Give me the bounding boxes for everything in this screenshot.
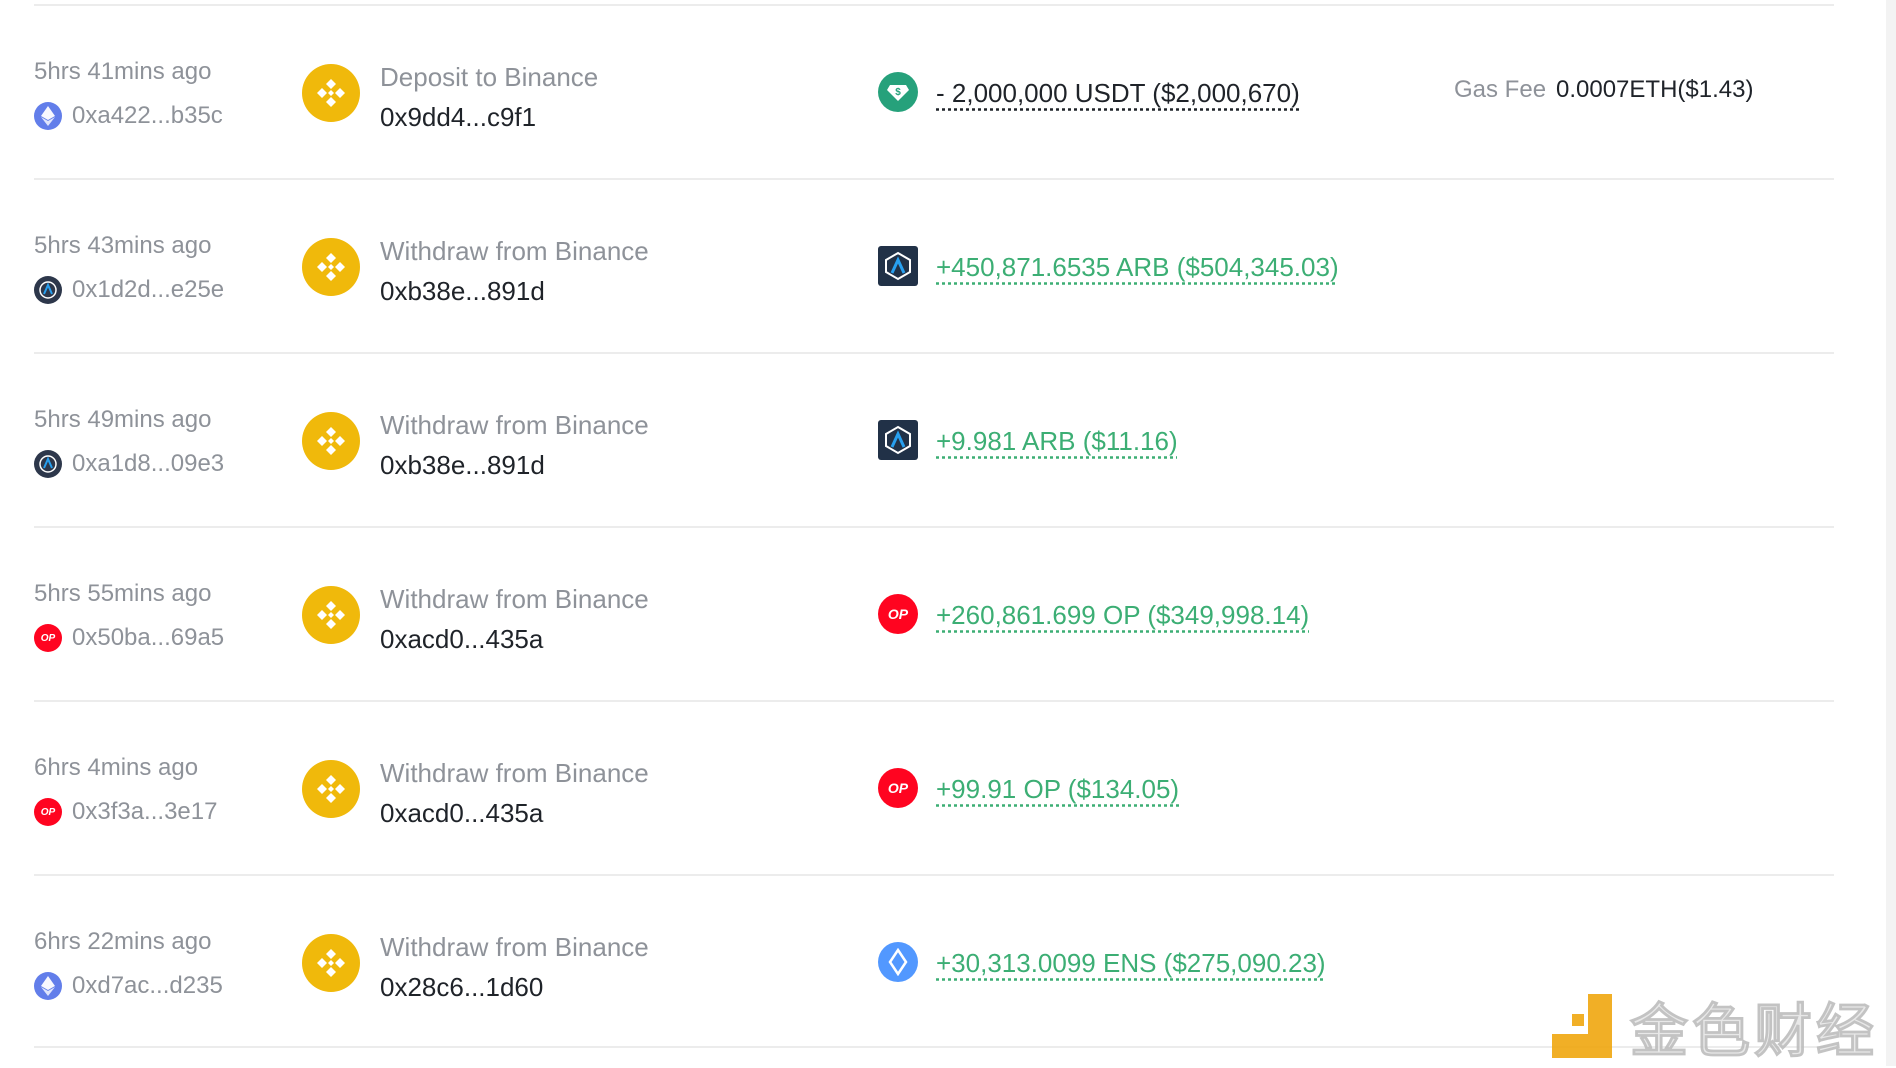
arb-token-icon [878, 420, 918, 460]
transaction-time: 5hrs 41mins ago [34, 58, 212, 85]
arb-chain-icon [34, 450, 62, 478]
source-address-line[interactable]: 0xa422...b35c [34, 102, 223, 130]
action-label: Withdraw from Binance [380, 758, 649, 788]
arb-chain-icon [34, 276, 62, 304]
counterparty-address[interactable]: 0xb38e...891d [380, 450, 545, 481]
transaction-time: 5hrs 55mins ago [34, 580, 212, 607]
transaction-row[interactable]: 5hrs 43mins ago 0x1d2d...e25e Withdraw fro… [34, 178, 1834, 352]
watermark: 金色财经 [1548, 984, 1878, 1068]
scrollbar-track[interactable] [1886, 0, 1896, 1066]
transfer-amount[interactable]: +99.91 OP ($134.05) [936, 774, 1179, 805]
source-address[interactable]: 0xa1d8...09e3 [72, 450, 224, 478]
counterparty-address[interactable]: 0xacd0...435a [380, 624, 543, 655]
eth-chain-icon [34, 102, 62, 130]
ens-token-icon [878, 942, 918, 982]
transfer-amount[interactable]: +450,871.6535 ARB ($504,345.03) [936, 252, 1339, 283]
action-label: Withdraw from Binance [380, 932, 649, 962]
counterparty-address[interactable]: 0x28c6...1d60 [380, 972, 543, 1003]
watermark-text: 金色财经 [1629, 997, 1879, 1066]
counterparty-address[interactable]: 0xacd0...435a [380, 798, 543, 829]
binance-icon [302, 760, 360, 818]
watermark-logo-icon [1552, 994, 1612, 1058]
source-address[interactable]: 0x3f3a...3e17 [72, 798, 217, 826]
action-label: Withdraw from Binance [380, 236, 649, 266]
gas-fee-value: 0.0007ETH($1.43) [1556, 76, 1754, 103]
binance-icon [302, 934, 360, 992]
source-address-line[interactable]: OP 0x50ba...69a5 [34, 624, 224, 652]
svg-text:$: $ [895, 87, 901, 98]
source-address-line[interactable]: 0xd7ac...d235 [34, 972, 223, 1000]
transaction-time: 6hrs 4mins ago [34, 754, 199, 781]
transfer-amount[interactable]: +30,313.0099 ENS ($275,090.23) [936, 948, 1326, 979]
transfer-amount[interactable]: - 2,000,000 USDT ($2,000,670) [936, 78, 1300, 109]
usdt-token-icon: $ [878, 72, 918, 112]
source-address[interactable]: 0xd7ac...d235 [72, 972, 223, 1000]
binance-icon [302, 586, 360, 644]
op-token-icon: OP [878, 768, 918, 808]
binance-icon [302, 238, 360, 296]
source-address[interactable]: 0x50ba...69a5 [72, 624, 224, 652]
op-chain-icon: OP [34, 624, 62, 652]
source-address-line[interactable]: 0x1d2d...e25e [34, 276, 224, 304]
counterparty-address[interactable]: 0xb38e...891d [380, 276, 545, 307]
binance-icon [302, 64, 360, 122]
transaction-time: 6hrs 22mins ago [34, 928, 212, 955]
transaction-row[interactable]: 5hrs 49mins ago 0xa1d8...09e3 Withdraw fro… [34, 352, 1834, 526]
source-address-line[interactable]: OP 0x3f3a...3e17 [34, 798, 217, 826]
eth-chain-icon [34, 972, 62, 1000]
transaction-list: 5hrs 41mins ago 0xa422...b35c Deposit to B… [34, 4, 1834, 1048]
transaction-time: 5hrs 49mins ago [34, 406, 212, 433]
transfer-amount[interactable]: +260,861.699 OP ($349,998.14) [936, 600, 1309, 631]
binance-icon [302, 412, 360, 470]
op-token-icon: OP [878, 594, 918, 634]
transaction-row[interactable]: 6hrs 4mins ago OP 0x3f3a...3e17 Withdraw fr… [34, 700, 1834, 874]
action-label: Withdraw from Binance [380, 584, 649, 614]
arb-token-icon [878, 246, 918, 286]
source-address[interactable]: 0xa422...b35c [72, 102, 223, 130]
transaction-row[interactable]: 5hrs 41mins ago 0xa422...b35c Deposit to B… [34, 4, 1834, 178]
transfer-amount[interactable]: +9.981 ARB ($11.16) [936, 426, 1178, 457]
op-chain-icon: OP [34, 798, 62, 826]
counterparty-address[interactable]: 0x9dd4...c9f1 [380, 102, 536, 133]
gas-fee-label: Gas Fee [1454, 76, 1547, 103]
action-label: Withdraw from Binance [380, 410, 649, 440]
transaction-time: 5hrs 43mins ago [34, 232, 212, 259]
action-label: Deposit to Binance [380, 62, 599, 92]
source-address[interactable]: 0x1d2d...e25e [72, 276, 224, 304]
transaction-row[interactable]: 5hrs 55mins ago OP 0x50ba...69a5 Withdraw f… [34, 526, 1834, 700]
source-address-line[interactable]: 0xa1d8...09e3 [34, 450, 224, 478]
